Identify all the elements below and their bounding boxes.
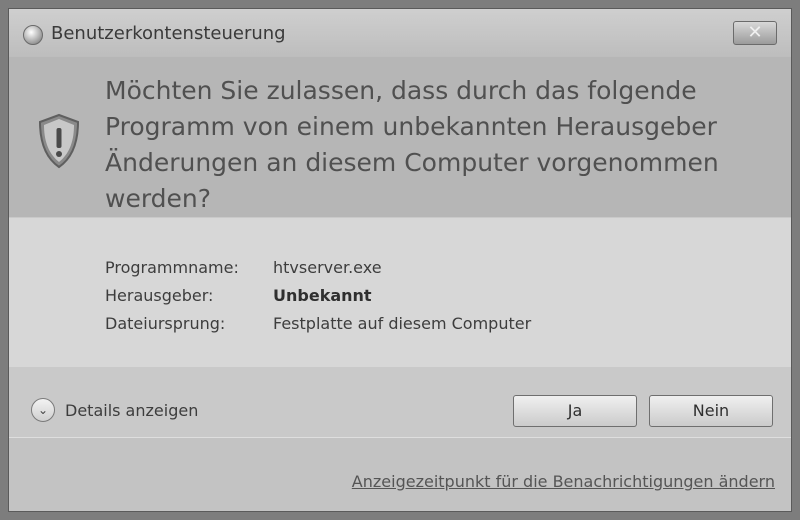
program-name-row: Programmname: htvserver.exe xyxy=(105,258,382,277)
dialog-footer: Anzeigezeitpunkt für die Benachrichtigun… xyxy=(9,437,791,511)
title-bar: Benutzerkontensteuerung ✕ xyxy=(9,9,791,57)
shield-warning-icon xyxy=(38,113,80,169)
publisher-value: Unbekannt xyxy=(273,286,372,305)
publisher-row: Herausgeber: Unbekannt xyxy=(105,286,372,305)
uac-dialog: Benutzerkontensteuerung ✕ Möchten Sie zu… xyxy=(8,8,792,512)
program-name-value: htvserver.exe xyxy=(273,258,382,277)
yes-button[interactable]: Ja xyxy=(513,395,637,427)
chevron-down-icon[interactable]: ⌄ xyxy=(31,398,55,422)
file-origin-label: Dateiursprung: xyxy=(105,314,226,333)
close-button[interactable]: ✕ xyxy=(733,21,777,45)
dialog-header: Möchten Sie zulassen, dass durch das fol… xyxy=(9,57,791,217)
file-origin-row: Dateiursprung: Festplatte auf diesem Comp… xyxy=(105,314,531,333)
publisher-label: Herausgeber: xyxy=(105,286,214,305)
show-details-label[interactable]: Details anzeigen xyxy=(65,401,198,420)
notification-settings-link[interactable]: Anzeigezeitpunkt für die Benachrichtigun… xyxy=(352,472,775,491)
program-info-panel: Programmname: htvserver.exe Herausgeber: U… xyxy=(9,217,791,369)
no-button[interactable]: Nein xyxy=(649,395,773,427)
program-name-label: Programmname: xyxy=(105,258,239,277)
uac-shield-icon xyxy=(23,25,43,45)
file-origin-value: Festplatte auf diesem Computer xyxy=(273,314,532,333)
action-bar: ⌄ Details anzeigen Ja Nein xyxy=(9,367,791,437)
show-details-toggle[interactable]: ⌄ Details anzeigen xyxy=(31,397,198,423)
dialog-question: Möchten Sie zulassen, dass durch das fol… xyxy=(105,76,719,213)
window-title: Benutzerkontensteuerung xyxy=(51,23,286,44)
